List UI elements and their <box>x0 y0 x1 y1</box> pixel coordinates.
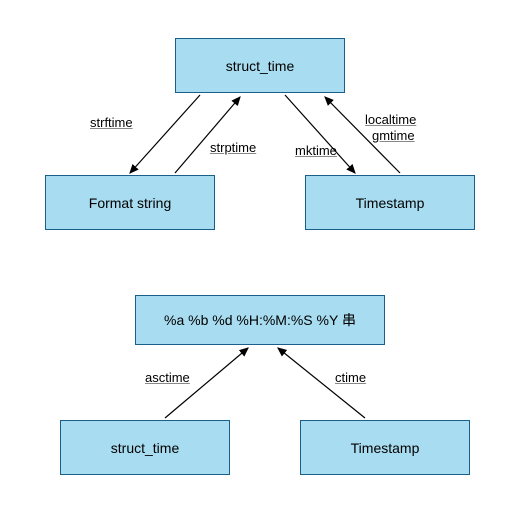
node-struct-time-top: struct_time <box>175 38 345 93</box>
node-timestamp-bottom: Timestamp <box>300 420 470 475</box>
node-label: Format string <box>89 195 171 211</box>
edge-ctime: ctime <box>335 370 366 385</box>
node-label: struct_time <box>226 58 294 74</box>
node-struct-time-bottom: struct_time <box>60 420 230 475</box>
node-label: struct_time <box>111 440 179 456</box>
edge-mktime: mktime <box>295 143 337 158</box>
node-format-string: Format string <box>45 175 215 230</box>
node-label: %a %b %d %H:%M:%S %Y 串 <box>164 310 356 330</box>
node-label: Timestamp <box>356 195 425 211</box>
edge-gmtime: gmtime <box>372 128 415 143</box>
node-label: Timestamp <box>351 440 420 456</box>
edge-strftime: strftime <box>90 115 133 130</box>
node-timestamp-top: Timestamp <box>305 175 475 230</box>
edge-localtime: localtime <box>365 112 416 127</box>
edge-strptime: strptime <box>210 140 256 155</box>
edge-asctime: asctime <box>145 370 190 385</box>
node-format-pattern: %a %b %d %H:%M:%S %Y 串 <box>135 295 385 345</box>
